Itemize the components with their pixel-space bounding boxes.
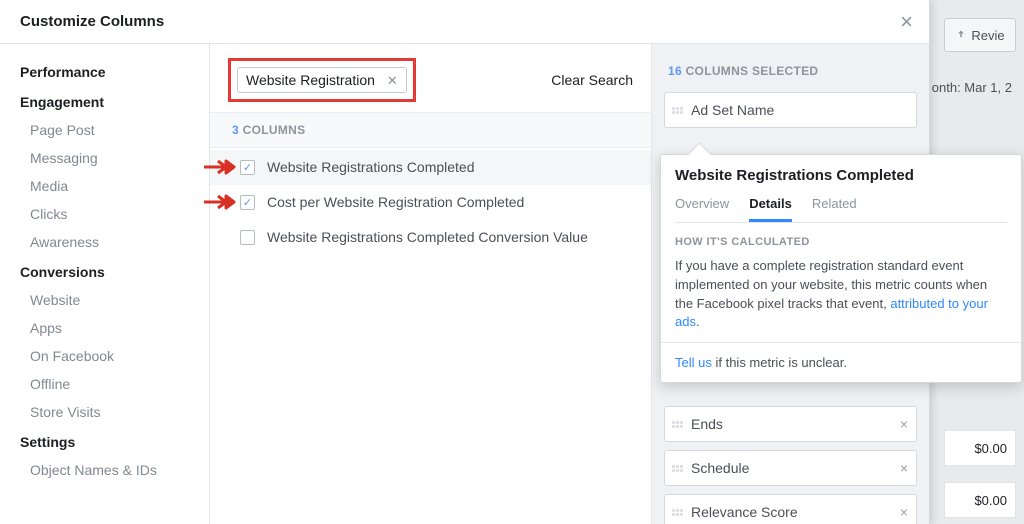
sidebar-item-clicks[interactable]: Clicks [0,200,209,228]
cost-cell: $0.00 [944,430,1016,466]
clear-search-button[interactable]: Clear Search [551,72,633,88]
cost-cell: $0.00 [944,482,1016,518]
tooltip-footer: Tell us if this metric is unclear. [661,342,1021,382]
selected-item-label: Ad Set Name [691,102,908,118]
column-label: Cost per Website Registration Completed [267,193,524,212]
metric-tooltip: Website Registrations Completed Overview… [660,154,1022,383]
sidebar-item-awareness[interactable]: Awareness [0,228,209,256]
tooltip-footer-text: if this metric is unclear. [712,355,847,370]
sidebar-heading-engagement[interactable]: Engagement [0,86,209,116]
annotation-arrow-icon [204,158,236,176]
clear-chip-icon[interactable]: ✕ [387,74,398,87]
selected-item-label: Schedule [691,460,894,476]
review-button[interactable]: Revie [944,18,1016,52]
tooltip-title: Website Registrations Completed [675,167,1007,184]
category-sidebar: Performance Engagement Page Post Messagi… [0,44,210,524]
search-highlight-annotation: Website Registration ✕ [228,58,416,102]
sidebar-heading-settings[interactable]: Settings [0,426,209,456]
sidebar-item-messaging[interactable]: Messaging [0,144,209,172]
remove-icon[interactable]: × [900,416,908,432]
selected-item-schedule[interactable]: Schedule × [664,450,917,486]
selected-item-relevance-score[interactable]: Relevance Score × [664,494,917,524]
drag-handle-icon[interactable] [671,503,683,521]
sidebar-item-apps[interactable]: Apps [0,314,209,342]
selected-count-header: 16 COLUMNS SELECTED [664,64,917,78]
column-checkbox[interactable] [240,195,255,210]
columns-panel: Website Registration ✕ Clear Search 3 CO… [210,44,651,524]
selected-item-label: Relevance Score [691,504,894,520]
tab-details[interactable]: Details [749,192,792,222]
search-filter-chip[interactable]: Website Registration ✕ [237,67,407,93]
sidebar-item-object-names-ids[interactable]: Object Names & IDs [0,456,209,484]
column-row-cost-per-website-registration[interactable]: Cost per Website Registration Completed [210,185,651,220]
selected-item-label: Ends [691,416,894,432]
drag-handle-icon[interactable] [671,101,683,119]
tooltip-body: HOW IT'S CALCULATED If you have a comple… [661,223,1021,342]
annotation-arrow-icon [204,193,236,211]
search-term: Website Registration [246,72,375,88]
columns-count-header: 3 COLUMNS [210,112,651,148]
sidebar-item-media[interactable]: Media [0,172,209,200]
tooltip-body-suffix: . [696,314,700,329]
tooltip-tabs: Overview Details Related [675,192,1007,223]
column-label: Website Registrations Completed [267,158,475,177]
column-row-website-registrations-completed[interactable]: Website Registrations Completed [210,150,651,185]
columns-list: Website Registrations Completed Cost per… [210,148,651,255]
sidebar-item-on-facebook[interactable]: On Facebook [0,342,209,370]
sidebar-item-website[interactable]: Website [0,286,209,314]
dialog-title: Customize Columns [20,13,900,30]
column-label: Website Registrations Completed Conversi… [267,228,588,247]
dialog-header: Customize Columns × [0,0,929,44]
sidebar-item-store-visits[interactable]: Store Visits [0,398,209,426]
tooltip-subheading: HOW IT'S CALCULATED [675,235,1007,251]
sidebar-heading-conversions[interactable]: Conversions [0,256,209,286]
column-row-conversion-value[interactable]: Website Registrations Completed Conversi… [210,220,651,255]
upload-icon [955,29,967,41]
sidebar-item-offline[interactable]: Offline [0,370,209,398]
tell-us-link[interactable]: Tell us [675,355,712,370]
sidebar-item-page-post[interactable]: Page Post [0,116,209,144]
drag-handle-icon[interactable] [671,415,683,433]
remove-icon[interactable]: × [900,504,908,520]
column-checkbox[interactable] [240,160,255,175]
drag-handle-icon[interactable] [671,459,683,477]
date-range-label: onth: Mar 1, 2 [928,72,1016,102]
tab-related[interactable]: Related [812,192,857,222]
selected-item-ad-set-name[interactable]: Ad Set Name [664,92,917,128]
remove-icon[interactable]: × [900,460,908,476]
close-icon[interactable]: × [900,11,913,33]
selected-item-ends[interactable]: Ends × [664,406,917,442]
tab-overview[interactable]: Overview [675,192,729,222]
column-checkbox[interactable] [240,230,255,245]
sidebar-heading-performance[interactable]: Performance [0,56,209,86]
